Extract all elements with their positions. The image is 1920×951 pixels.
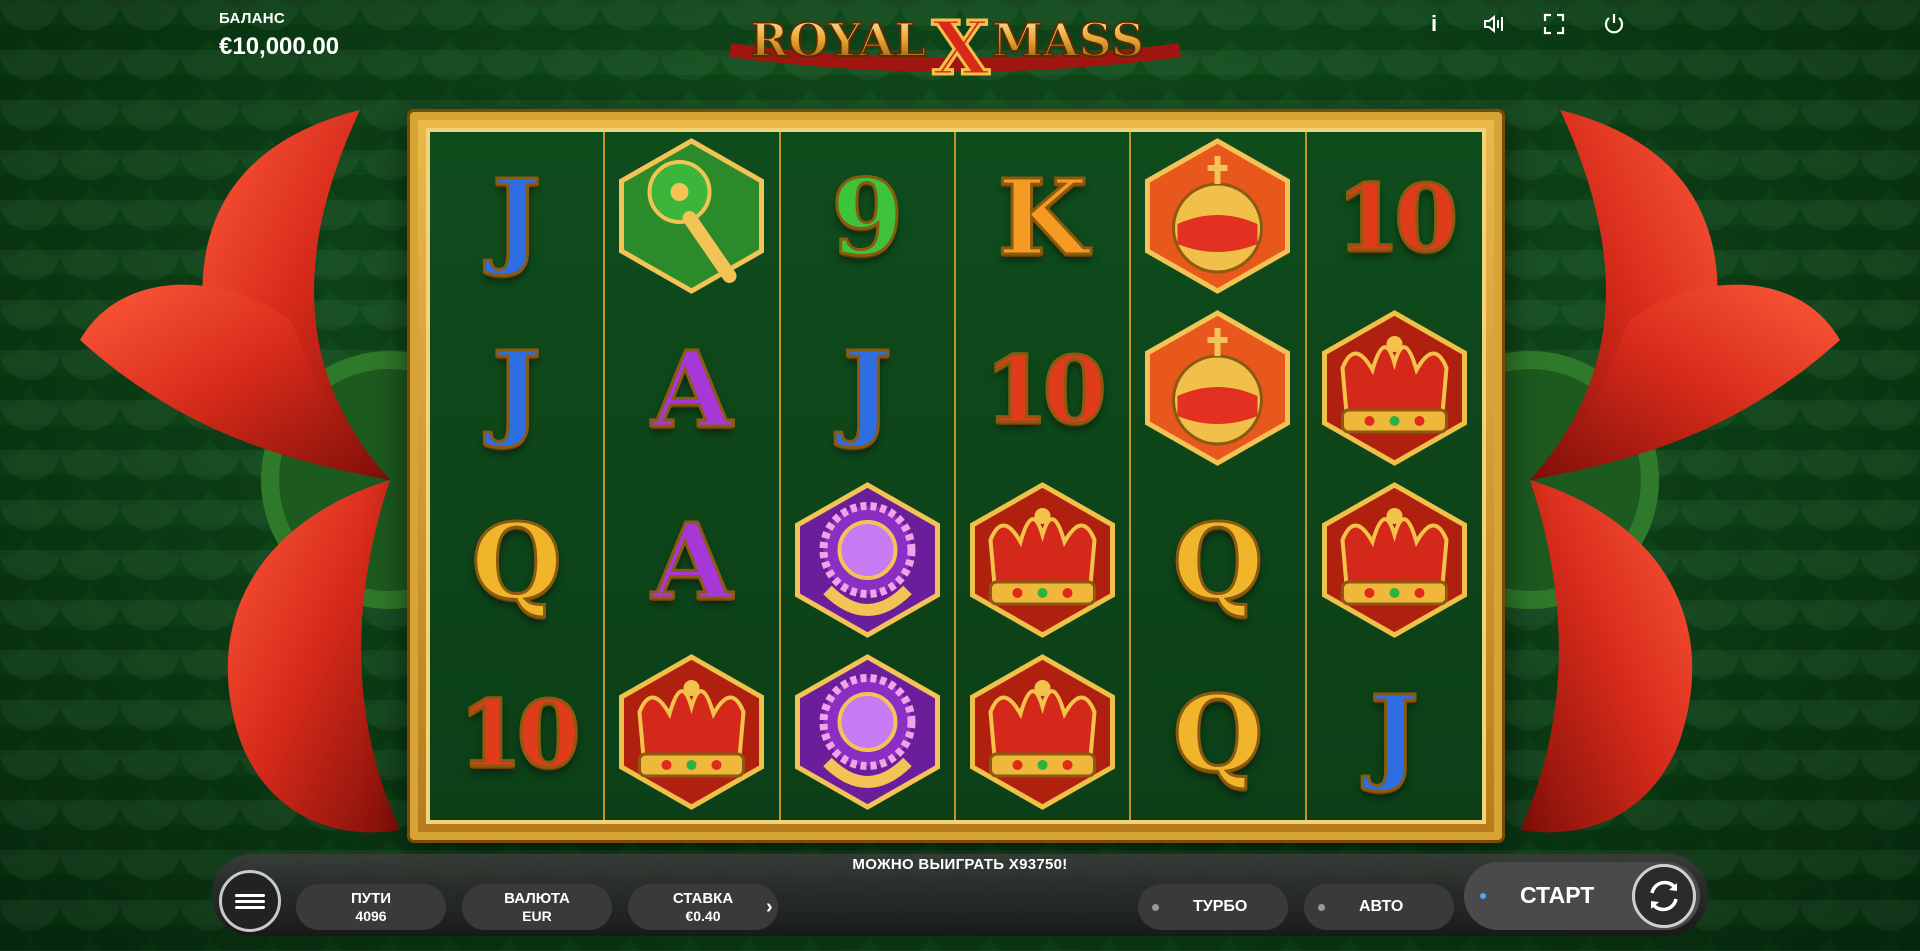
auto-toggle[interactable]: АВТО <box>1304 884 1454 930</box>
logo-text-x: X <box>932 6 990 88</box>
top-icon-bar: i <box>1418 8 1630 40</box>
currency-label: ВАЛЮТА <box>504 890 570 908</box>
menu-button[interactable] <box>219 870 281 932</box>
orb-icon <box>1135 136 1300 301</box>
reel-cell <box>1131 132 1307 304</box>
turbo-toggle[interactable]: ТУРБО <box>1138 884 1288 930</box>
reel-cell: Q <box>430 476 606 648</box>
symbol-j: J <box>1368 672 1420 795</box>
reel-grid: J 9K 10 J A J 10 QA Q 10 QJ <box>426 128 1486 824</box>
symbol-j: J <box>841 328 893 451</box>
reel-cell: J <box>781 304 956 476</box>
currency-selector[interactable]: ВАЛЮТА EUR <box>462 884 612 930</box>
symbol-a: A <box>650 500 734 623</box>
ring-icon <box>785 652 950 817</box>
ways-display: ПУТИ 4096 <box>296 884 446 930</box>
reel-cell <box>1307 476 1482 648</box>
reel-cell <box>1307 304 1482 476</box>
symbol-q: Q <box>1171 500 1265 623</box>
auto-label: АВТО <box>1359 898 1404 915</box>
start-label[interactable]: СТАРТ <box>1520 882 1594 909</box>
game-logo: ROYAL X MASS <box>720 0 1190 88</box>
ring-icon <box>785 480 950 645</box>
spin-icon <box>1650 880 1678 912</box>
top-bar: БАЛАНС €10,000.00 ROYAL X MASS i <box>0 0 1920 110</box>
ways-value: 4096 <box>355 907 387 924</box>
reel-cell: Q <box>1131 648 1307 820</box>
reel-cell: J <box>430 304 606 476</box>
auto-indicator <box>1318 903 1325 911</box>
bet-value: €0.40 <box>685 907 721 924</box>
reel-cell <box>956 476 1132 648</box>
power-icon[interactable] <box>1598 8 1630 40</box>
scepter-icon <box>609 136 774 301</box>
sound-icon[interactable] <box>1478 8 1510 40</box>
symbol-q: Q <box>470 500 564 623</box>
reel-cell: J <box>430 132 606 304</box>
start-indicator <box>1480 893 1486 899</box>
info-icon[interactable]: i <box>1418 8 1450 40</box>
symbol-a: A <box>650 328 734 451</box>
symbol-k: K <box>996 156 1089 279</box>
turbo-label: ТУРБО <box>1193 898 1248 915</box>
logo-text-left: ROYAL <box>750 13 926 67</box>
reel-frame: J 9K 10 J A J 10 QA Q 10 QJ <box>410 112 1502 840</box>
reel-cell <box>956 648 1132 820</box>
logo-text-right: MASS <box>992 13 1144 67</box>
orb-icon <box>1135 308 1300 473</box>
reel-cell: 10 <box>956 304 1132 476</box>
crown-icon <box>960 652 1125 817</box>
reel-cell <box>605 132 781 304</box>
reel-cell: 10 <box>1307 132 1482 304</box>
symbol-q: Q <box>1171 672 1265 795</box>
symbol-j: J <box>491 156 543 279</box>
reel-cell: A <box>605 476 781 648</box>
bet-label: СТАВКА <box>672 890 734 908</box>
symbol-9: 9 <box>830 156 905 279</box>
reel-cell: K <box>956 132 1132 304</box>
ways-label: ПУТИ <box>350 890 392 908</box>
balance-panel: БАЛАНС €10,000.00 <box>219 10 339 61</box>
currency-value: EUR <box>522 907 552 924</box>
crown-icon <box>1312 480 1477 645</box>
turbo-indicator <box>1152 903 1159 911</box>
spin-button[interactable] <box>1632 864 1696 928</box>
crown-icon <box>609 652 774 817</box>
symbol-10: 10 <box>1335 164 1460 272</box>
left-ribbon-decoration <box>80 110 420 833</box>
reel-cell: J <box>1307 648 1482 820</box>
crown-icon <box>960 480 1125 645</box>
crown-icon <box>1312 308 1477 473</box>
reel-cell: Q <box>1131 476 1307 648</box>
info-glyph: i <box>1430 11 1438 36</box>
fullscreen-icon[interactable] <box>1538 8 1570 40</box>
hamburger-icon <box>235 891 265 912</box>
reel-cell <box>1131 304 1307 476</box>
reel-cell <box>605 648 781 820</box>
balance-label: БАЛАНС <box>219 10 286 27</box>
symbol-10: 10 <box>983 336 1108 444</box>
symbol-10: 10 <box>457 680 582 788</box>
reel-cell: 9 <box>781 132 956 304</box>
bet-selector[interactable]: СТАВКА €0.40 <box>628 884 778 930</box>
symbol-j: J <box>491 328 543 451</box>
reel-cell <box>781 476 956 648</box>
balance-value: €10,000.00 <box>219 33 340 60</box>
bet-arrow-icon[interactable]: › <box>766 896 773 919</box>
right-ribbon-decoration <box>1500 110 1840 833</box>
reel-cell: A <box>605 304 781 476</box>
reel-cell: 10 <box>430 648 606 820</box>
reel-cell <box>781 648 956 820</box>
